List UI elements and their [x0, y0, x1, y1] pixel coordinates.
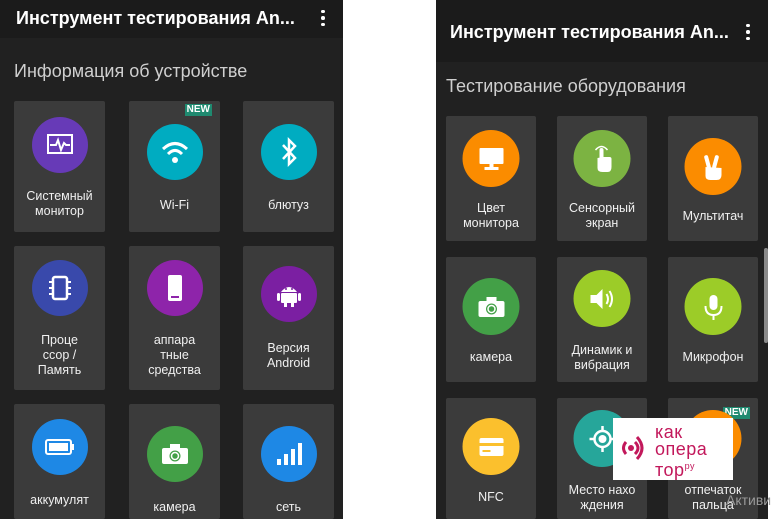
- tile-label: Мультитач: [682, 209, 744, 223]
- tile-label: аппара тные средства: [148, 333, 201, 377]
- tile-label: Микрофон: [682, 350, 744, 364]
- tile-camera-test[interactable]: камера: [446, 257, 536, 382]
- watermark-logo: как опера торру: [613, 418, 733, 480]
- camera-icon: [462, 278, 520, 335]
- tile-label: Место нахо ждения: [568, 483, 636, 512]
- tile-processor-memory[interactable]: Проце ссор / Память: [14, 246, 105, 390]
- speaker-icon: [573, 270, 631, 327]
- processor-icon: [31, 260, 88, 316]
- tile-label: Цвет монитора: [463, 201, 519, 230]
- tile-monitor-color[interactable]: Цвет монитора: [446, 116, 536, 241]
- tile-label: Версия Android: [266, 341, 311, 370]
- tile-touchscreen[interactable]: Сенсорный экран: [557, 116, 647, 241]
- signal-icon: [260, 426, 317, 482]
- tile-wifi[interactable]: NEW Wi-Fi: [129, 101, 220, 232]
- section-title: Тестирование оборудования: [446, 76, 686, 96]
- watermark-line-2: опера: [655, 439, 708, 459]
- more-options-icon[interactable]: [313, 8, 333, 28]
- app-bar: Инструмент тестирования An...: [436, 0, 768, 62]
- left-screen: Инструмент тестирования An... Информация…: [0, 0, 343, 519]
- scrollbar[interactable]: [764, 248, 768, 343]
- watermark-line-3-text: тор: [655, 460, 685, 480]
- tile-multitouch[interactable]: Мультитач: [668, 116, 758, 241]
- tile-label: Динамик и вибрация: [571, 343, 633, 372]
- tile-android-version[interactable]: Версия Android: [243, 246, 334, 390]
- tile-label: аккумулят: [30, 493, 89, 507]
- bluetooth-icon: [260, 124, 317, 180]
- system-monitor-icon: [31, 117, 88, 173]
- section-title: Информация об устройстве: [14, 61, 248, 81]
- android-icon: [260, 266, 317, 322]
- tile-system-monitor[interactable]: Системный монитор: [14, 101, 105, 232]
- radio-waves-icon: [622, 435, 644, 461]
- tile-label: блютуз: [268, 198, 309, 212]
- tile-label: камера: [469, 350, 513, 364]
- app-bar: Инструмент тестирования An...: [0, 0, 343, 38]
- more-options-icon[interactable]: [738, 22, 758, 42]
- hardware-phone-icon: [146, 260, 203, 316]
- microphone-icon: [684, 278, 742, 335]
- touch-icon: [573, 130, 631, 187]
- tile-speaker-vibration[interactable]: Динамик и вибрация: [557, 257, 647, 382]
- app-title: Инструмент тестирования An...: [450, 22, 729, 42]
- nfc-card-icon: [462, 418, 520, 475]
- watermark-text: как опера торру: [655, 423, 708, 479]
- tile-battery[interactable]: аккумулят: [14, 404, 105, 519]
- tile-label: Проце ссор / Память: [37, 333, 82, 377]
- wifi-icon: [146, 124, 203, 180]
- tile-label: сеть: [275, 500, 302, 514]
- tile-label: NFC: [478, 490, 504, 504]
- tile-nfc[interactable]: NFC: [446, 398, 536, 519]
- watermark-suffix: ру: [684, 461, 695, 471]
- activation-watermark-text: Активи: [726, 492, 772, 508]
- app-title: Инструмент тестирования An...: [16, 8, 295, 28]
- tile-hardware[interactable]: аппара тные средства: [129, 246, 220, 390]
- tile-camera[interactable]: камера: [129, 404, 220, 519]
- watermark-line-3: торру: [655, 458, 707, 479]
- multitouch-icon: [684, 138, 742, 195]
- tile-label: Системный монитор: [26, 189, 93, 218]
- tile-label: Wi-Fi: [159, 198, 190, 212]
- tile-microphone[interactable]: Микрофон: [668, 257, 758, 382]
- monitor-icon: [462, 130, 520, 187]
- new-badge: NEW: [184, 104, 212, 116]
- tile-label: камера: [153, 500, 196, 514]
- camera-icon: [146, 426, 203, 482]
- battery-icon: [31, 419, 88, 475]
- tile-bluetooth[interactable]: блютуз: [243, 101, 334, 232]
- tile-label: Сенсорный экран: [568, 201, 636, 230]
- tile-network[interactable]: сеть: [243, 404, 334, 519]
